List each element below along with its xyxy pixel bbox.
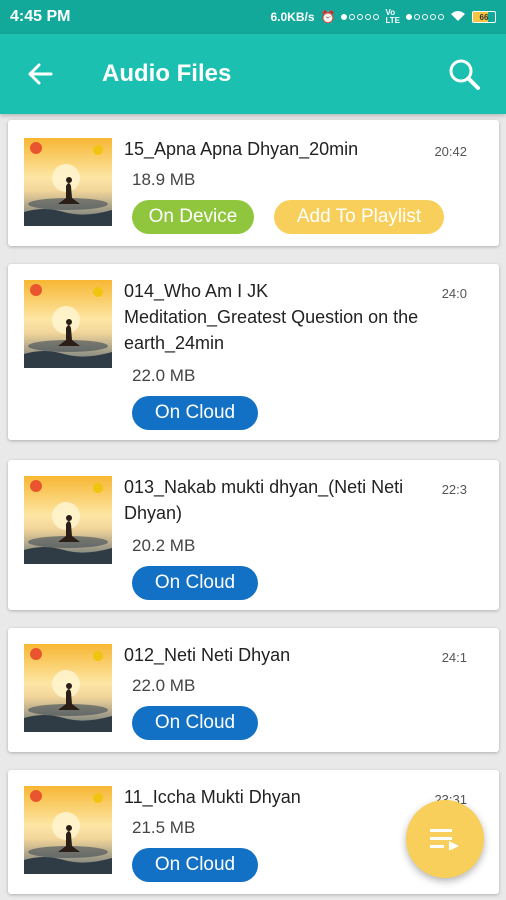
playlist-fab-button[interactable] [406, 800, 484, 878]
file-size: 22.0 MB [132, 366, 196, 385]
on-cloud-button[interactable]: On Cloud [132, 848, 258, 882]
file-duration: 22:3 [441, 482, 467, 497]
file-size: 22.0 MB [132, 676, 196, 695]
status-bar: 4:45 PM 6.0KB/s ⏰ Vo LTE 66 [0, 0, 506, 34]
signal-icon [341, 14, 380, 20]
wifi-icon [450, 10, 466, 25]
file-duration: 24:1 [441, 650, 467, 665]
page-title: Audio Files [102, 60, 232, 87]
file-size: 18.9 MB [132, 170, 196, 189]
back-button[interactable] [0, 34, 80, 114]
on-cloud-button[interactable]: On Cloud [132, 396, 258, 430]
file-name: 11_Iccha Mukti Dhyan [124, 787, 301, 807]
album-art [24, 280, 112, 368]
status-time: 4:45 PM [10, 8, 71, 25]
on-device-button[interactable]: On Device [132, 200, 254, 234]
search-button[interactable] [432, 34, 496, 114]
alarm-icon: ⏰ [320, 10, 336, 24]
signal-icon-2 [406, 14, 444, 20]
battery-icon: 66 [472, 11, 496, 23]
file-size: 20.2 MB [132, 536, 196, 555]
status-icons: 6.0KB/s ⏰ Vo LTE 66 [270, 8, 496, 25]
album-art [24, 476, 112, 564]
volte-icon: Vo LTE [385, 8, 400, 25]
net-speed: 6.0KB/s [270, 10, 315, 24]
file-duration: 24:0 [441, 286, 467, 301]
album-art [24, 138, 112, 226]
on-cloud-button[interactable]: On Cloud [132, 566, 258, 600]
list-item[interactable]: 012_Neti Neti Dhyan 24:1 22.0 MB On Clou… [8, 628, 499, 752]
list-item[interactable]: 014_Who Am I JK Meditation_Greatest Ques… [8, 264, 499, 440]
search-icon [449, 59, 480, 90]
list-item[interactable]: 013_Nakab mukti dhyan_(Neti Neti Dhyan) … [8, 460, 499, 610]
file-size: 21.5 MB [132, 818, 196, 837]
album-art [24, 786, 112, 874]
add-to-playlist-button[interactable]: Add To Playlist [274, 200, 444, 234]
playlist-icon [430, 829, 459, 850]
album-art [24, 644, 112, 732]
app-bar: Audio Files [0, 34, 506, 114]
file-name: 014_Who Am I JK Meditation_Greatest Ques… [124, 281, 419, 353]
arrow-left-icon [28, 63, 53, 85]
on-cloud-button[interactable]: On Cloud [132, 706, 258, 740]
file-name: 013_Nakab mukti dhyan_(Neti Neti Dhyan) [124, 477, 404, 523]
file-name: 012_Neti Neti Dhyan [124, 645, 291, 665]
file-name: 15_Apna Apna Dhyan_20min [124, 139, 359, 159]
list-item[interactable]: 15_Apna Apna Dhyan_20min 20:42 18.9 MB O… [8, 120, 499, 246]
file-duration: 20:42 [434, 144, 467, 159]
